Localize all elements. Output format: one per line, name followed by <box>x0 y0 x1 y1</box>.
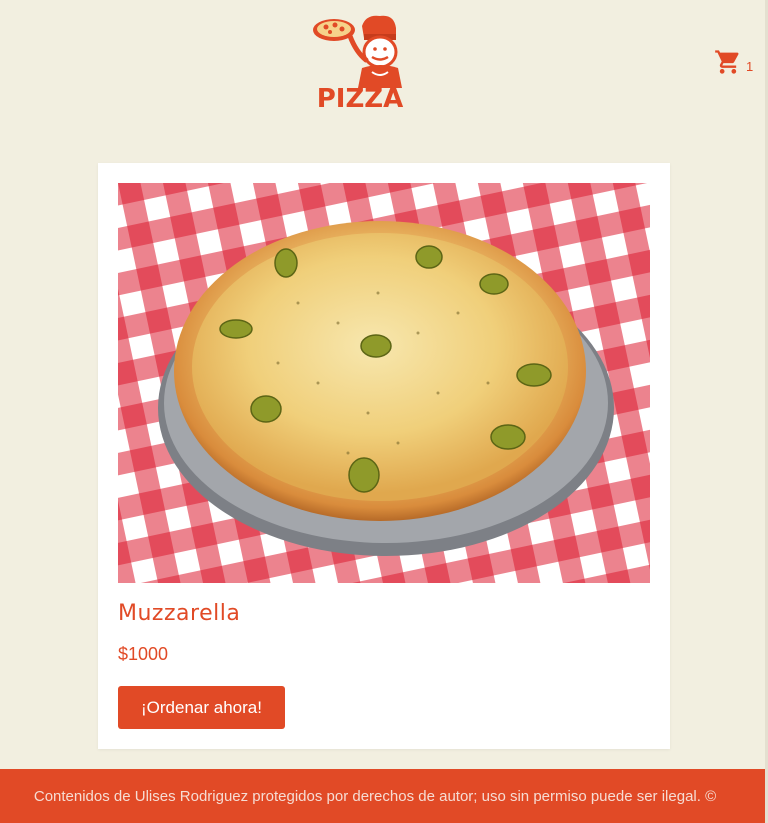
product-image[interactable] <box>118 183 650 583</box>
order-now-button[interactable]: ¡Ordenar ahora! <box>118 686 285 729</box>
site-footer: Contenidos de Ulises Rodriguez protegido… <box>0 769 768 823</box>
pizza-photo <box>118 183 650 583</box>
chef-mascot-icon <box>313 15 402 88</box>
cart-count-badge: 1 <box>746 59 754 74</box>
shopping-cart-icon <box>715 50 739 74</box>
site-header: PIZZA 1 <box>0 0 768 130</box>
pizza-logo[interactable]: PIZZA <box>310 12 410 114</box>
logo-wordmark: PIZZA <box>316 84 404 114</box>
product-card: Muzzarella $1000 ¡Ordenar ahora! <box>98 163 670 749</box>
cart-button[interactable]: 1 <box>714 46 753 76</box>
product-price: $1000 <box>118 644 169 664</box>
copyright-notice: Contenidos de Ulises Rodriguez protegido… <box>33 787 717 805</box>
product-title: Muzzarella <box>118 601 241 626</box>
